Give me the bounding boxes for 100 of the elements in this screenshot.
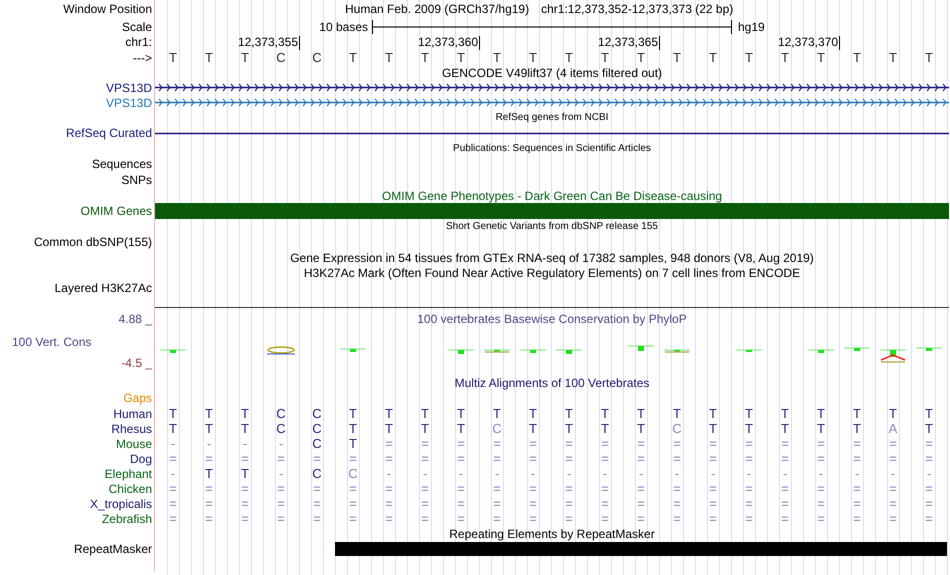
aligned-base: = xyxy=(528,451,538,466)
aligned-base: - xyxy=(242,436,248,451)
base-letter: T xyxy=(708,50,718,65)
base-letter: T xyxy=(636,50,646,65)
aligned-base: = xyxy=(528,511,538,526)
aligned-base: = xyxy=(384,481,394,496)
base-letter: T xyxy=(816,50,826,65)
aligned-base: T xyxy=(384,421,394,436)
aligned-base: = xyxy=(852,481,862,496)
assembly-title: Human Feb. 2009 (GRCh37/hg19) xyxy=(345,2,530,16)
aligned-base: = xyxy=(168,511,178,526)
aligned-base: = xyxy=(636,496,646,511)
base-letter: T xyxy=(852,50,862,65)
track-label[interactable]: Common dbSNP(155) xyxy=(34,235,152,249)
aligned-base: T xyxy=(168,406,178,421)
track-label[interactable]: X_tropicalis xyxy=(90,496,152,510)
aligned-base: = xyxy=(816,511,826,526)
aligned-base: - xyxy=(674,466,680,481)
aligned-base: - xyxy=(422,466,428,481)
aligned-base: T xyxy=(348,421,358,436)
aligned-base: = xyxy=(312,496,322,511)
aligned-base: T xyxy=(240,406,250,421)
base-letter: T xyxy=(168,50,178,65)
track-label[interactable]: Layered H3K27Ac xyxy=(54,281,152,295)
track-label[interactable]: chr1: xyxy=(125,34,152,48)
track-label[interactable]: Dog xyxy=(130,452,152,466)
track-label[interactable]: Human xyxy=(113,406,152,420)
aligned-base: = xyxy=(780,511,790,526)
aligned-base: = xyxy=(312,511,322,526)
aligned-base: = xyxy=(456,481,466,496)
base-letter: C xyxy=(311,50,323,65)
track-label[interactable]: Window Position xyxy=(63,2,152,16)
aligned-base: = xyxy=(852,511,862,526)
base-letter: T xyxy=(384,50,394,65)
aligned-base: T xyxy=(420,406,430,421)
base-letter: T xyxy=(924,50,934,65)
aligned-base: = xyxy=(672,436,682,451)
track-title: GENCODE V49lift37 (4 items filtered out) xyxy=(442,66,662,80)
position-tick: 12,373,370 xyxy=(778,36,840,50)
assembly-name: hg19 xyxy=(738,20,765,34)
aligned-base: C xyxy=(275,421,287,436)
track-title: Repeating Elements by RepeatMasker xyxy=(449,526,655,540)
track-label[interactable]: VPS13D xyxy=(106,80,152,94)
track-title: H3K27Ac Mark (Often Found Near Active Regulatory Elements) on 7 cell lines from ENCODE xyxy=(304,266,800,280)
aligned-base: C xyxy=(491,421,503,436)
aligned-base: T xyxy=(816,406,826,421)
base-letter: T xyxy=(888,50,898,65)
track-label[interactable]: Elephant xyxy=(104,466,152,480)
aligned-base: - xyxy=(926,466,932,481)
aligned-base: T xyxy=(348,406,358,421)
aligned-base: = xyxy=(816,496,826,511)
aligned-base: C xyxy=(311,466,323,481)
aligned-base: = xyxy=(492,511,502,526)
track-label[interactable]: SNPs xyxy=(121,173,152,187)
aligned-base: = xyxy=(708,481,718,496)
aligned-base: = xyxy=(456,511,466,526)
track-label[interactable]: Chicken xyxy=(108,482,152,496)
aligned-base: = xyxy=(312,451,322,466)
aligned-base: T xyxy=(348,436,358,451)
track-label[interactable]: OMIM Genes xyxy=(80,204,152,218)
base-letter: C xyxy=(275,50,287,65)
aligned-base: = xyxy=(384,496,394,511)
aligned-base: T xyxy=(924,406,934,421)
aligned-base: = xyxy=(708,451,718,466)
base-letter: T xyxy=(456,50,466,65)
track-label[interactable]: VPS13D xyxy=(106,96,152,110)
aligned-base: = xyxy=(744,511,754,526)
aligned-base: = xyxy=(168,451,178,466)
aligned-base: = xyxy=(924,496,934,511)
aligned-base: = xyxy=(420,451,430,466)
aligned-base: = xyxy=(204,511,214,526)
aligned-base: = xyxy=(384,451,394,466)
aligned-base: - xyxy=(782,466,788,481)
track-label[interactable]: Mouse xyxy=(116,436,152,450)
base-letter: T xyxy=(564,50,574,65)
position-text: chr1:12,373,352-12,373,373 (22 bp) xyxy=(541,2,734,16)
aligned-base: - xyxy=(278,436,284,451)
aligned-base: T xyxy=(636,406,646,421)
aligned-base: = xyxy=(420,496,430,511)
track-label[interactable]: RefSeq Curated xyxy=(66,126,152,140)
aligned-base: = xyxy=(492,496,502,511)
aligned-base: = xyxy=(456,436,466,451)
base-letter: T xyxy=(240,50,250,65)
track-label[interactable]: 100 Vert. Cons xyxy=(12,328,154,356)
track-label[interactable]: RepeatMasker xyxy=(74,542,152,556)
aligned-base: - xyxy=(206,436,212,451)
aligned-base: T xyxy=(456,406,466,421)
aligned-base: = xyxy=(780,496,790,511)
track-label[interactable]: ---> xyxy=(133,50,152,64)
aligned-base: = xyxy=(348,511,358,526)
track-label[interactable]: Sequences xyxy=(92,157,152,171)
aligned-base: = xyxy=(276,511,286,526)
track-label[interactable]: Scale xyxy=(122,20,152,34)
aligned-base: - xyxy=(710,466,716,481)
aligned-base: T xyxy=(708,406,718,421)
track-label[interactable]: Rhesus xyxy=(111,422,152,436)
aligned-base: = xyxy=(564,496,574,511)
aligned-base: = xyxy=(600,451,610,466)
track-label[interactable]: Zebrafish xyxy=(102,512,152,526)
aligned-base: = xyxy=(708,511,718,526)
